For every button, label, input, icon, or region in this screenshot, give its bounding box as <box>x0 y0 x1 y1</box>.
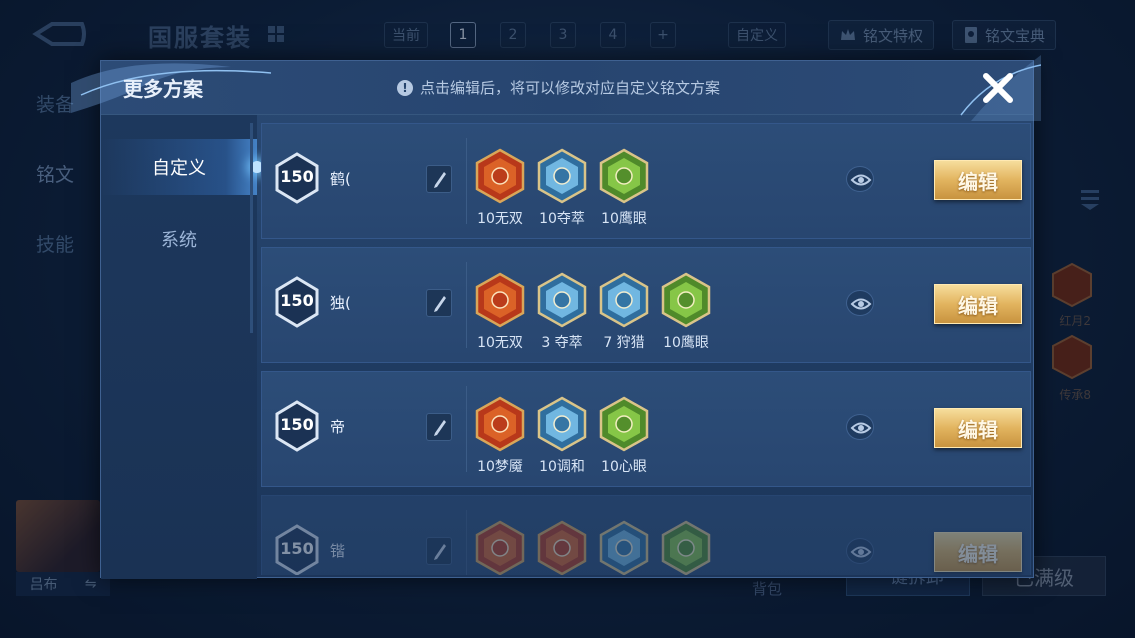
plan-row: 150 帝 10梦魇 10调和 10心眼 编辑 <box>261 371 1031 487</box>
nav-item-custom[interactable]: 自定义 <box>101 139 263 195</box>
eye-icon <box>850 298 872 310</box>
rename-button[interactable] <box>426 289 452 317</box>
plan-level: 150 <box>280 415 314 434</box>
rune-count-label: 10梦魇 <box>477 459 523 475</box>
rune-count-label: 10调和 <box>539 459 585 475</box>
plan-name: 帝 <box>330 418 346 436</box>
green-rune-icon[interactable] <box>598 148 650 204</box>
red-rune-icon[interactable] <box>474 148 526 204</box>
pencil-icon <box>434 544 446 560</box>
preview-button[interactable] <box>846 538 874 564</box>
edit-button[interactable]: 编辑 <box>934 408 1022 448</box>
plan-category-nav: 自定义 系统 <box>101 115 263 579</box>
pencil-icon <box>434 296 446 312</box>
rune-count-label: 10无双 <box>477 335 523 351</box>
nav-item-system[interactable]: 系统 <box>101 211 257 267</box>
red-rune-icon[interactable] <box>474 396 526 452</box>
red-rune-icon[interactable] <box>474 520 526 575</box>
rune-count-label: 7 狩猎 <box>603 335 645 351</box>
preview-button[interactable] <box>846 290 874 316</box>
edit-button[interactable]: 编辑 <box>934 160 1022 200</box>
plan-name: 鹤( <box>330 170 351 188</box>
divider <box>466 510 467 575</box>
blue-rune-icon[interactable] <box>536 272 588 328</box>
rune-count-label: 3 夺萃 <box>541 335 583 351</box>
preview-button[interactable] <box>846 166 874 192</box>
blue-rune-icon[interactable] <box>536 148 588 204</box>
plan-level: 150 <box>280 167 314 186</box>
nav-scrollbar[interactable] <box>250 123 253 333</box>
pencil-icon <box>434 420 446 436</box>
hint-label: 点击编辑后，将可以修改对应自定义铭文方案 <box>420 79 721 97</box>
rune-count-label: 10无双 <box>477 211 523 227</box>
close-icon[interactable] <box>979 69 1017 107</box>
rune-count-label: 10鹰眼 <box>663 335 709 351</box>
blue-rune-icon[interactable] <box>536 396 588 452</box>
green-rune-icon[interactable] <box>598 396 650 452</box>
plan-name: 锴 <box>330 542 346 560</box>
rune-count-label: 10鹰眼 <box>601 211 647 227</box>
edit-button[interactable]: 编辑 <box>934 284 1022 324</box>
rename-button[interactable] <box>426 165 452 193</box>
plan-list[interactable]: 150 鹤(10无双 10夺萃 10鹰眼 编辑 150 独(10无双 3 夺萃 7 狩猎 10鹰眼… <box>261 123 1033 575</box>
blue-rune-icon[interactable] <box>598 520 650 575</box>
blue-rune-icon[interactable] <box>598 272 650 328</box>
green-rune-icon[interactable] <box>660 272 712 328</box>
eye-icon <box>850 546 872 558</box>
green-rune-icon[interactable] <box>660 520 712 575</box>
pencil-icon <box>434 172 446 188</box>
preview-button[interactable] <box>846 414 874 440</box>
hint-text: ! 点击编辑后，将可以修改对应自定义铭文方案 <box>397 77 720 98</box>
rune-count-label: 10心眼 <box>601 459 647 475</box>
plan-level: 150 <box>280 291 314 310</box>
dialog-title: 更多方案 <box>123 77 203 101</box>
nav-item-label: 系统 <box>161 230 197 251</box>
nav-item-label: 自定义 <box>152 158 206 179</box>
edit-button[interactable]: 编辑 <box>934 532 1022 572</box>
rune-count-label: 10夺萃 <box>539 211 585 227</box>
more-plans-dialog: 更多方案 ! 点击编辑后，将可以修改对应自定义铭文方案 自定义 系统 150 鹤(… <box>71 55 1041 579</box>
info-icon: ! <box>397 79 413 96</box>
red-rune-icon[interactable] <box>536 520 588 575</box>
eye-icon <box>850 174 872 186</box>
eye-icon <box>850 422 872 434</box>
plan-name: 独( <box>330 294 351 312</box>
plan-row: 150 鹤( 10无双 10夺萃 10鹰眼 编辑 <box>261 123 1031 239</box>
rename-button[interactable] <box>426 413 452 441</box>
plan-row: 150 锴 编辑 <box>261 495 1031 575</box>
red-rune-icon[interactable] <box>474 272 526 328</box>
rename-button[interactable] <box>426 537 452 565</box>
dialog-header: 更多方案 ! 点击编辑后，将可以修改对应自定义铭文方案 <box>71 55 1041 121</box>
plan-level: 150 <box>280 539 314 558</box>
plan-row: 150 独( 10无双 3 夺萃 7 狩猎 10鹰眼 编辑 <box>261 247 1031 363</box>
